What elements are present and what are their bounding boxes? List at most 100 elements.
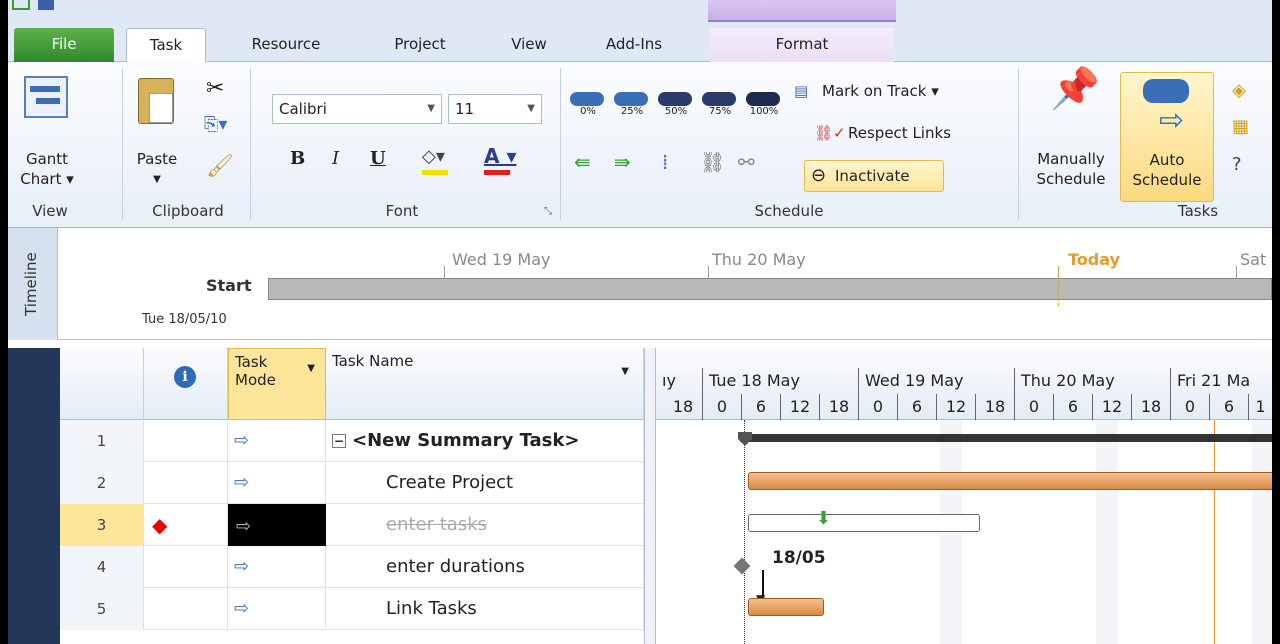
task-mode-cell[interactable]: ⇨: [228, 462, 326, 504]
app-icon[interactable]: [12, 0, 30, 10]
task-name-cell[interactable]: enter tasks: [326, 504, 644, 546]
timeline-bar[interactable]: [268, 278, 1272, 300]
view-group-label: View: [32, 202, 68, 220]
auto-scheduled-icon: ⇨: [234, 430, 250, 451]
timeline-pane[interactable]: Timeline Wed 19 May Thu 20 May Today Sat…: [8, 228, 1272, 340]
gantt-chart[interactable]: ıy Tue 18 May Wed 19 May Thu 20 May Fri …: [656, 348, 1272, 644]
header-indicators[interactable]: i: [144, 348, 228, 420]
task-name: Link Tasks: [386, 598, 477, 619]
view-bar[interactable]: [8, 348, 60, 644]
pct-100-button[interactable]: 100%: [746, 92, 782, 122]
row-number[interactable]: 5: [60, 588, 144, 630]
format-painter-icon[interactable]: 🖌: [206, 154, 234, 179]
mark-on-track-label: Mark on Track ▾: [822, 82, 939, 100]
inspect-icon[interactable]: ◈: [1232, 80, 1246, 101]
chevron-down-icon[interactable]: ▼: [621, 366, 629, 377]
tab-format[interactable]: Format: [710, 28, 894, 62]
pct-100-label: 100%: [749, 106, 779, 117]
row-number[interactable]: 4: [60, 546, 144, 588]
timeline-today-label: Today: [1068, 250, 1120, 269]
header-task-mode[interactable]: Task Mode ▼: [228, 348, 326, 420]
mode-icon[interactable]: ?: [1232, 154, 1242, 175]
inactive-task-icon: ⇨: [236, 516, 252, 537]
paste-button[interactable]: Paste ▼: [130, 70, 184, 200]
row-number[interactable]: 3: [60, 504, 144, 546]
collapse-icon[interactable]: −: [332, 434, 346, 448]
highlight-color-button[interactable]: ◇▾: [422, 146, 462, 175]
task-name-cell[interactable]: enter durations: [326, 546, 644, 588]
task-mode-cell[interactable]: ⇨: [228, 588, 326, 630]
timeline-start-date: Tue 18/05/10: [142, 312, 227, 327]
row-number[interactable]: 1: [60, 420, 144, 462]
font-color-button[interactable]: A ▾: [484, 144, 534, 175]
weekend-band: [940, 420, 962, 644]
respect-links-icon: ⛓✓: [814, 124, 846, 142]
move-icon[interactable]: ▦: [1232, 116, 1249, 137]
outdent-icon[interactable]: ⇚: [574, 150, 591, 174]
view-splitter[interactable]: [644, 348, 656, 644]
manually-schedule-button[interactable]: 📌 Manually Schedule: [1024, 69, 1118, 202]
italic-button[interactable]: I: [332, 148, 339, 169]
task-mode-cell[interactable]: ⇨: [228, 420, 326, 462]
gantt-chart-button[interactable]: Gantt Chart ▾: [14, 70, 80, 200]
tab-project[interactable]: Project: [380, 28, 460, 62]
tab-resource[interactable]: Resource: [236, 28, 336, 62]
task-name-cell[interactable]: − <New Summary Task>: [326, 420, 644, 462]
summary-bar[interactable]: [740, 434, 1272, 442]
tab-addins[interactable]: Add-Ins: [592, 28, 676, 62]
respect-links-button[interactable]: ⛓✓ Respect Links: [814, 124, 951, 142]
tab-file[interactable]: File: [14, 28, 114, 62]
timeline-side-tab[interactable]: Timeline: [8, 228, 58, 340]
tab-view[interactable]: View: [496, 28, 562, 62]
table-row-selected[interactable]: 3 ◆ ⇨ enter tasks 2: [60, 504, 658, 546]
task-name-cell[interactable]: Link Tasks: [326, 588, 644, 630]
save-icon[interactable]: [38, 0, 54, 10]
copy-icon[interactable]: ⎘▾: [204, 114, 227, 135]
indent-icon[interactable]: ⇛: [614, 150, 631, 174]
split-task-icon[interactable]: ⁞: [662, 150, 668, 174]
row-number[interactable]: 2: [60, 462, 144, 504]
inactive-task-bar[interactable]: [748, 514, 980, 532]
header-select-all[interactable]: [60, 348, 144, 420]
font-size-value: 11: [455, 100, 475, 118]
font-group-label: Font: [385, 202, 419, 220]
font-size-select[interactable]: 11 ▼: [448, 94, 542, 124]
tab-task[interactable]: Task: [126, 28, 206, 63]
gantt-chart-tools-context: [708, 0, 896, 22]
cut-icon[interactable]: ✂: [206, 76, 224, 101]
timeline-date-wed: Wed 19 May: [452, 250, 551, 269]
highlight-icon: ◇▾: [422, 146, 445, 167]
pct-0-button[interactable]: 0%: [570, 92, 606, 122]
timescale-day: ıy: [662, 371, 676, 390]
inactivate-button[interactable]: ⊖ Inactivate: [804, 160, 944, 192]
pct-75-button[interactable]: 75%: [702, 92, 738, 122]
table-row[interactable]: 2 ⇨ Create Project 1: [60, 462, 658, 504]
link-tasks-icon[interactable]: ⛓: [700, 150, 725, 174]
underline-button[interactable]: U: [370, 148, 386, 169]
auto-label-1: Auto: [1149, 151, 1185, 169]
task-bar[interactable]: [748, 598, 824, 616]
task-mode-cell[interactable]: ⇨: [228, 546, 326, 588]
warning-icon[interactable]: ◆: [152, 504, 167, 546]
dialog-launcher-icon[interactable]: ⤡: [544, 206, 552, 217]
bold-button[interactable]: B: [290, 148, 305, 169]
font-color-icon: A ▾: [484, 144, 517, 168]
font-name-select[interactable]: Calibri ▼: [272, 94, 442, 124]
pct-25-button[interactable]: 25%: [614, 92, 650, 122]
indicator-cell: ◆: [144, 504, 228, 546]
group-divider: [122, 68, 123, 220]
mark-on-track-button[interactable]: ▤ Mark on Track ▾: [794, 82, 939, 100]
unlink-tasks-icon[interactable]: ⚯: [738, 150, 755, 174]
table-row[interactable]: 1 ⇨ −<New Summary Task> 5: [60, 420, 658, 462]
auto-schedule-button[interactable]: ⇨ Auto Schedule: [1120, 72, 1214, 202]
chevron-down-icon[interactable]: ▼: [307, 363, 315, 374]
task-name-cell[interactable]: Create Project: [326, 462, 644, 504]
header-task-name[interactable]: Task Name ▼: [326, 348, 644, 420]
schedule-group-label: Schedule: [754, 202, 824, 220]
table-row[interactable]: 5 ⇨ Link Tasks 1: [60, 588, 658, 630]
task-mode-cell[interactable]: ⇨: [228, 504, 326, 546]
table-row[interactable]: 4 ⇨ enter durations 0: [60, 546, 658, 588]
milestone-diamond[interactable]: [733, 557, 751, 575]
task-bar[interactable]: [748, 472, 1272, 490]
pct-50-button[interactable]: 50%: [658, 92, 694, 122]
